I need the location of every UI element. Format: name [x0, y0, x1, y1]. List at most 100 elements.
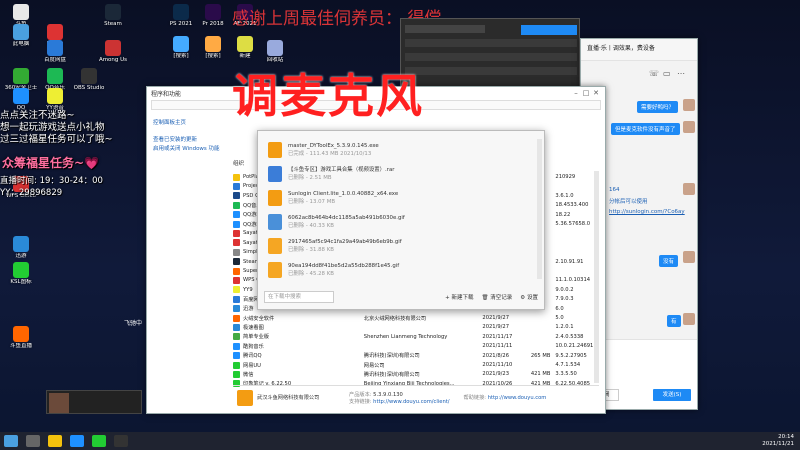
- qq-icon[interactable]: [70, 435, 84, 447]
- support-link[interactable]: http://www.douyu.com/client/: [373, 399, 449, 405]
- wechat-icon[interactable]: [92, 435, 106, 447]
- download-filename: master_DYToolEx_5.3.9.0.145.exe: [288, 143, 379, 149]
- download-status: 已完成 - 111.43 MB 2021/10/13: [288, 151, 372, 157]
- program-version: 3.6.1.0: [555, 192, 574, 199]
- program-size: 265 MB: [530, 352, 551, 359]
- scrollbar[interactable]: [537, 139, 542, 279]
- program-version: 9.5.2.27905: [555, 352, 587, 359]
- windows-start-icon[interactable]: [4, 435, 18, 447]
- program-row[interactable]: 腾讯QQ 腾讯科技(深圳)有限公司 2021/8/26 265 MB 9.5.2.279…: [233, 352, 599, 360]
- file-icon: [268, 166, 282, 182]
- new-download-button[interactable]: + 新建下载: [445, 293, 473, 301]
- file-icon: [268, 214, 282, 230]
- program-publisher: Shenzhen Lianmeng Technology: [363, 333, 448, 340]
- taskbar: 20:14 2021/11/21: [0, 432, 800, 450]
- download-item[interactable]: 6062ac8b464b4dc1185a5ab491b6030e.gif 已删除 …: [264, 211, 538, 233]
- desktop-icon[interactable]: Among Us: [96, 40, 130, 64]
- send-button[interactable]: 发送(S): [653, 389, 691, 401]
- desktop-icon-label: 新建: [239, 53, 251, 59]
- settings-button[interactable]: ⚙ 设置: [520, 293, 538, 301]
- desktop-icon[interactable]: YY语音: [38, 88, 72, 112]
- program-install-date: 2021/9/27: [482, 315, 509, 321]
- desktop-icon-label: 百度网盘: [43, 57, 66, 63]
- download-item[interactable]: 2917465af5c94c1fa29a49ab49b6eb9b.gif 已删除 …: [264, 235, 538, 257]
- organize-button[interactable]: 组织: [233, 159, 244, 167]
- program-row[interactable]: 酷狗音乐 2021/11/11 10.0.21.24691: [233, 342, 599, 350]
- program-row[interactable]: 微信 腾讯科技(深圳)有限公司 2021/9/23 421 MB 3.3.5.50: [233, 370, 599, 378]
- nav-link[interactable]: 查看已安装的更新: [153, 136, 225, 145]
- desktop-icon[interactable]: 新建: [228, 36, 262, 60]
- program-version: 18.22: [555, 211, 571, 218]
- program-install-date: 2021/9/23: [482, 371, 509, 378]
- download-filename: 6062ac8b464b4dc1185a5ab491b6030e.gif: [288, 215, 405, 221]
- program-version: 6.0: [555, 305, 564, 312]
- overlay-line: 过三过福星任务可以了哦~: [0, 134, 113, 145]
- desktop-icon[interactable]: 斗鱼直播: [4, 326, 38, 350]
- desktop-icon[interactable]: [搜索]: [196, 36, 230, 60]
- download-search-input[interactable]: 在下载中搜索: [264, 291, 334, 303]
- live-time: 直播时间: 19：30-24：00: [0, 176, 103, 186]
- file-icon: [268, 262, 282, 278]
- download-item[interactable]: master_DYToolEx_5.3.9.0.145.exe 已完成 - 111…: [264, 139, 538, 161]
- program-icon: [233, 333, 240, 341]
- program-row[interactable]: 网易UU 网易公司 2021/11/10 4.7.1.534: [233, 361, 599, 369]
- program-row[interactable]: 火绒安全软件 北京火绒网络科技有限公司 2021/9/27 5.0: [233, 314, 599, 322]
- download-item[interactable]: 【斗鱼专区】游戏工具合集（视频设置）.rar 已删除 - 2.51 MB: [264, 163, 538, 185]
- chat-message: 需要好鸭吗？: [637, 101, 679, 113]
- program-version: 9.0.0.2: [555, 286, 574, 293]
- overlay-task: 众筹福星任务~💗: [2, 156, 99, 170]
- program-version: 10.0.21.24691: [555, 343, 594, 350]
- support-label: 支持链接:: [349, 398, 372, 405]
- close-button[interactable]: ✕: [591, 89, 601, 97]
- desktop-icon[interactable]: 此电脑: [4, 24, 38, 48]
- file-icon: [268, 142, 282, 158]
- desktop-icon[interactable]: Pr 2018: [196, 4, 230, 28]
- desktop-icon[interactable]: KSL图标: [4, 262, 38, 286]
- scrollbar[interactable]: [594, 171, 599, 383]
- obs-icon[interactable]: [114, 435, 128, 447]
- download-item[interactable]: 90ea194dd8f41be5d2a55db288f1e45.gif 已删除 -…: [264, 259, 538, 281]
- program-icon: [233, 314, 240, 322]
- program-name: YY9: [243, 286, 253, 293]
- desktop-icon[interactable]: [搜索]: [164, 36, 198, 60]
- nav-link[interactable]: 控制面板主页: [153, 119, 225, 128]
- avatar: [683, 99, 695, 111]
- desktop-icon[interactable]: PS 2021: [164, 4, 198, 28]
- program-row[interactable]: 简单专业版 Shenzhen Lianmeng Technology 2021/11…: [233, 333, 599, 341]
- app-icon: [13, 262, 29, 278]
- banner-big-text: 调麦克风: [232, 69, 424, 123]
- nav-link[interactable]: 启用或关闭 Windows 功能: [153, 145, 225, 154]
- desktop-icon[interactable]: 迅游: [4, 236, 38, 260]
- desktop-icon[interactable]: QQ: [4, 88, 38, 112]
- program-name: 极速看图: [243, 324, 264, 331]
- more-icon[interactable]: ⋯: [677, 69, 685, 78]
- explorer-icon[interactable]: [48, 435, 62, 447]
- phone-icon[interactable]: ☏: [649, 69, 659, 78]
- desktop: 斗鱼此电脑网易云SteamPS 2021Pr 2018AE 2021回收站百度网…: [0, 0, 800, 450]
- search-icon[interactable]: [26, 435, 40, 447]
- cp-nav: 控制面板主页 查看已安装的更新 启用或关闭 Windows 功能: [147, 111, 231, 413]
- audio-mixer-strip[interactable]: [400, 18, 580, 88]
- download-filename: Sunlogin Client.lite_1.0.0.40882_x64.exe: [288, 191, 399, 197]
- desktop-icon[interactable]: Steam: [96, 4, 130, 28]
- program-name: 腾讯QQ: [243, 353, 262, 360]
- download-popup[interactable]: master_DYToolEx_5.3.9.0.145.exe 已完成 - 111…: [257, 130, 545, 310]
- program-icon: [233, 182, 240, 190]
- desktop-icon[interactable]: 百度网盘: [38, 40, 72, 64]
- maximize-button[interactable]: □: [581, 89, 591, 97]
- app-icon: [173, 4, 189, 20]
- minimize-button[interactable]: –: [571, 89, 581, 97]
- download-item[interactable]: Sunlogin Client.lite_1.0.0.40882_x64.exe…: [264, 187, 538, 209]
- avatar: [683, 121, 695, 133]
- video-icon[interactable]: ▭: [663, 69, 671, 78]
- help-link[interactable]: http://www.douyu.com: [488, 395, 547, 401]
- program-install-date: 2021/11/17: [482, 333, 513, 340]
- avatar: [683, 251, 695, 263]
- program-row[interactable]: 极速看图 2021/9/27 1.2.0.1: [233, 323, 599, 331]
- chat-link[interactable]: http://sunlogin.com/?Co6ay: [605, 207, 689, 217]
- desktop-icon[interactable]: OBS Studio: [72, 68, 106, 92]
- app-icon: [237, 36, 253, 52]
- program-publisher: 北京火绒网络科技有限公司: [363, 315, 427, 322]
- clear-record-button[interactable]: 🗑 清空记录: [482, 293, 513, 301]
- program-publisher: 网易公司: [363, 362, 385, 369]
